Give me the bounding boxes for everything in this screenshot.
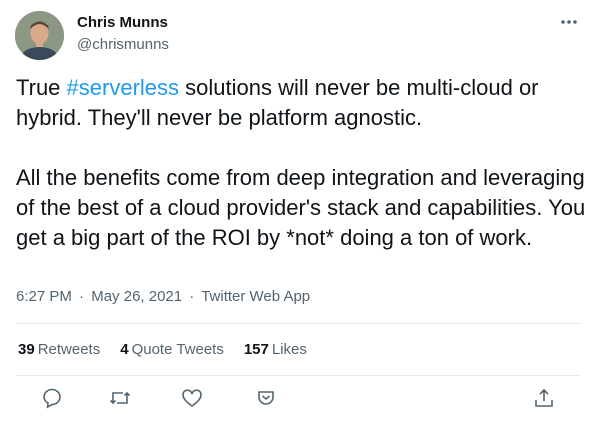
separator: ·	[189, 288, 195, 305]
tweet-paragraph-1: True #serverless solutions will never be…	[16, 73, 586, 133]
tweet-text: True #serverless solutions will never be…	[16, 73, 586, 253]
text-prefix: True	[16, 75, 67, 100]
retweets-count: 39	[18, 341, 35, 358]
tweet-date[interactable]: May 26, 2021	[91, 288, 182, 305]
like-icon[interactable]	[180, 386, 206, 412]
author-name[interactable]: Chris Munns	[77, 14, 168, 31]
retweet-icon[interactable]	[108, 386, 134, 412]
avatar[interactable]	[15, 11, 64, 60]
retweets-stat[interactable]: 39 Retweets	[18, 341, 100, 358]
quote-tweets-count: 4	[120, 341, 129, 358]
more-options-icon[interactable]	[559, 14, 579, 30]
tweet-stats: 39 Retweets 4 Quote Tweets 157 Likes	[18, 341, 307, 358]
likes-count: 157	[243, 341, 269, 358]
hashtag-link[interactable]: #serverless	[67, 75, 179, 100]
profile-photo-icon	[15, 11, 64, 60]
reply-icon[interactable]	[40, 386, 66, 412]
tweet-paragraph-2: All the benefits come from deep integrat…	[16, 165, 586, 250]
tweet-source[interactable]: Twitter Web App	[201, 288, 310, 305]
quote-tweets-label: Quote Tweets	[131, 341, 224, 358]
likes-stat[interactable]: 157 Likes	[244, 341, 307, 358]
tweet-time[interactable]: 6:27 PM	[16, 288, 72, 305]
tweet-card: Chris Munns @chrismunns True #serverless…	[0, 0, 597, 421]
tweet-actions	[0, 386, 597, 416]
quote-tweets-stat[interactable]: 4 Quote Tweets	[120, 341, 224, 358]
separator: ·	[79, 288, 85, 305]
divider	[16, 375, 581, 376]
share-upload-icon[interactable]	[532, 386, 558, 412]
likes-label: Likes	[271, 341, 307, 358]
retweets-label: Retweets	[37, 341, 101, 358]
author-handle[interactable]: @chrismunns	[77, 36, 169, 53]
tweet-meta: 6:27 PM · May 26, 2021 · Twitter Web App	[16, 288, 310, 305]
divider	[16, 323, 581, 324]
share-icon[interactable]	[254, 386, 280, 412]
